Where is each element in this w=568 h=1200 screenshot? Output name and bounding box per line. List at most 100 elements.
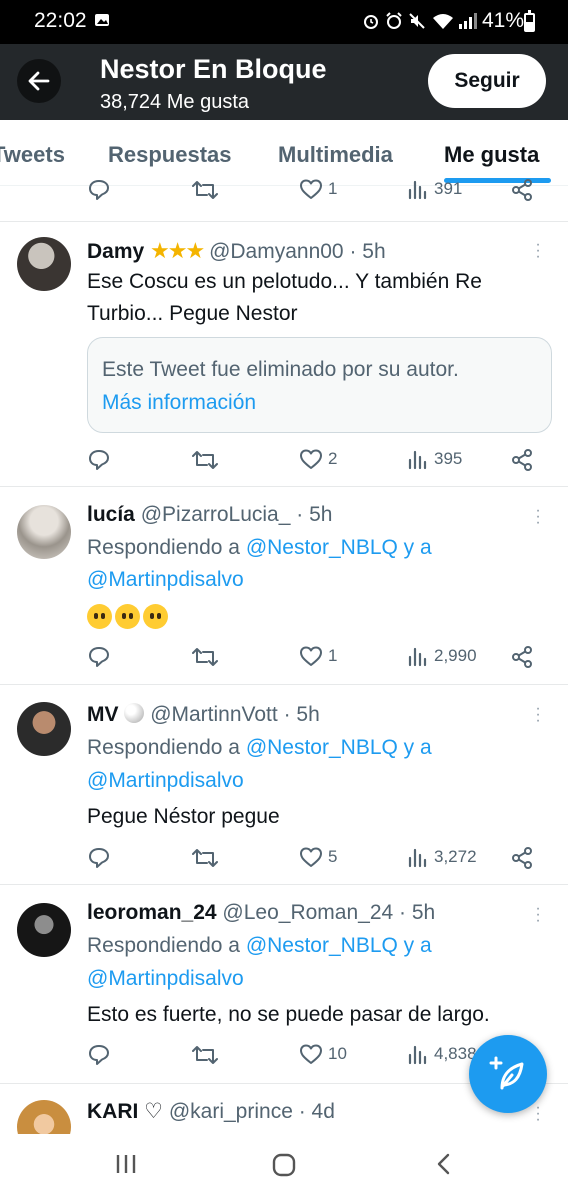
feather-plus-icon xyxy=(489,1056,524,1090)
retweet-button[interactable] xyxy=(192,178,218,202)
reply-button[interactable] xyxy=(87,178,111,202)
recent-apps-icon xyxy=(116,1155,136,1173)
more-options-icon[interactable]: · · · xyxy=(533,1100,543,1128)
views-icon xyxy=(408,647,427,667)
share-button[interactable] xyxy=(510,846,534,870)
like-button[interactable]: 2 xyxy=(299,448,337,470)
avatar[interactable] xyxy=(17,237,71,291)
views-button[interactable]: 4,838 xyxy=(407,1043,477,1065)
avatar[interactable] xyxy=(17,1100,71,1134)
like-button[interactable]: 1 xyxy=(299,178,337,200)
more-info-link[interactable]: Más información xyxy=(102,391,256,415)
profile-name: Nestor En Bloque xyxy=(100,54,327,84)
views-icon xyxy=(408,180,427,200)
like-count: 1 xyxy=(328,179,338,198)
reply-context: Respondiendo a @Nestor_NBLQ y a xyxy=(87,736,432,759)
reply-to-link[interactable]: @Nestor_NBLQ y a xyxy=(246,934,432,957)
reply-to-link[interactable]: @Martinpdisalvo xyxy=(87,769,244,793)
like-count: 5 xyxy=(328,847,338,866)
pearl-badge-icon xyxy=(124,703,145,723)
author-name[interactable]: MV xyxy=(87,703,119,726)
author-name[interactable]: KARI ♡ xyxy=(87,1100,163,1123)
share-button[interactable] xyxy=(510,448,534,472)
tweet-text-line: Ese Coscu es un pelotudo... Y también Re xyxy=(87,270,482,293)
like-button[interactable]: 10 xyxy=(299,1043,347,1065)
tweet-header: KARI ♡ @kari_prince · 4d xyxy=(87,1099,335,1124)
reply-icon xyxy=(89,450,109,470)
tweet-header: lucía @PizarroLucia_ · 5h xyxy=(87,503,332,527)
profile-tabs: Tweets Respuestas Multimedia Me gusta xyxy=(0,120,568,186)
retweet-icon xyxy=(192,849,218,867)
tab-respuestas[interactable]: Respuestas xyxy=(108,142,232,168)
share-button[interactable] xyxy=(510,645,534,669)
views-button[interactable]: 2,990 xyxy=(407,645,477,667)
reply-to-link[interactable]: @Martinpdisalvo xyxy=(87,568,244,592)
follow-button[interactable]: Seguir xyxy=(428,54,546,108)
tweet-text-line: Pegue Néstor pegue xyxy=(87,805,280,828)
reply-icon xyxy=(89,1045,109,1065)
share-icon xyxy=(512,179,532,201)
reply-to-link[interactable]: @Nestor_NBLQ y a xyxy=(246,736,432,759)
back-nav-button[interactable] xyxy=(432,1152,456,1181)
tweet-item[interactable]: lucía @PizarroLucia_ · 5h · · · Respondien… xyxy=(0,488,568,685)
views-button[interactable]: 391 xyxy=(407,178,462,200)
status-bar: 22:02 41% xyxy=(0,0,568,44)
reply-to-link[interactable]: @Martinpdisalvo xyxy=(87,967,244,991)
heart-icon xyxy=(300,1044,322,1064)
tweet-time: · 4d xyxy=(298,1100,335,1123)
more-options-icon[interactable]: · · · xyxy=(533,237,543,265)
share-button[interactable] xyxy=(510,178,534,202)
tweet-item[interactable]: MV @MartinnVott · 5h · · · Respondiendo a … xyxy=(0,686,568,885)
more-options-icon[interactable]: · · · xyxy=(533,901,543,929)
tweet-time: · 5h xyxy=(399,901,436,924)
tweet-text-line: Turbio... Pegue Nestor xyxy=(87,302,298,325)
reply-to-link[interactable]: @Nestor_NBLQ y a xyxy=(246,536,432,559)
reply-button[interactable] xyxy=(87,448,111,472)
tweet-header: leoroman_24 @Leo_Roman_24 · 5h xyxy=(87,901,435,925)
like-button[interactable]: 5 xyxy=(299,846,337,868)
avatar[interactable] xyxy=(17,903,71,957)
heart-icon xyxy=(300,646,322,666)
author-name[interactable]: Damy xyxy=(87,240,144,263)
avatar[interactable] xyxy=(17,505,71,559)
chevron-left-icon xyxy=(437,1153,450,1175)
home-button[interactable] xyxy=(271,1152,297,1183)
back-button[interactable] xyxy=(17,59,61,103)
reply-button[interactable] xyxy=(87,645,111,669)
views-icon xyxy=(408,1045,427,1065)
retweet-button[interactable] xyxy=(192,1043,218,1067)
avatar[interactable] xyxy=(17,702,71,756)
system-nav-bar xyxy=(0,1134,568,1200)
views-icon xyxy=(408,848,427,868)
tab-multimedia[interactable]: Multimedia xyxy=(278,142,393,168)
retweet-button[interactable] xyxy=(192,645,218,669)
no-mouth-face-icon xyxy=(87,604,112,629)
profile-likes-count: 38,724 Me gusta xyxy=(100,91,249,113)
recent-apps-button[interactable] xyxy=(114,1152,138,1181)
author-handle: @Leo_Roman_24 xyxy=(222,901,394,924)
more-options-icon[interactable]: · · · xyxy=(533,503,543,531)
tweet-text-emoji xyxy=(87,604,171,629)
views-button[interactable]: 395 xyxy=(407,448,462,470)
author-name[interactable]: leoroman_24 xyxy=(87,901,217,924)
tab-tweets[interactable]: Tweets xyxy=(0,142,65,168)
reply-button[interactable] xyxy=(87,846,111,870)
more-options-icon[interactable]: · · · xyxy=(533,701,543,729)
no-mouth-face-icon xyxy=(143,604,168,629)
retweet-button[interactable] xyxy=(192,846,218,870)
tweet-item[interactable]: Damy ★★★ @Damyann00 · 5h · · · Ese Coscu e… xyxy=(0,222,568,487)
clock: 22:02 xyxy=(34,9,87,32)
deleted-quote-card[interactable]: Este Tweet fue eliminado por su autor. M… xyxy=(87,337,552,433)
views-count: 3,272 xyxy=(434,847,477,866)
tab-me-gusta[interactable]: Me gusta xyxy=(444,142,539,168)
profile-header: Nestor En Bloque 38,724 Me gusta Seguir xyxy=(0,44,568,120)
compose-tweet-button[interactable] xyxy=(469,1035,547,1113)
battery-icon xyxy=(524,10,535,32)
views-button[interactable]: 3,272 xyxy=(407,846,477,868)
author-name[interactable]: lucía xyxy=(87,503,135,526)
retweet-button[interactable] xyxy=(192,448,218,472)
like-count: 1 xyxy=(328,646,338,665)
like-button[interactable]: 1 xyxy=(299,645,337,667)
tweet-partial: 1 391 xyxy=(0,179,568,222)
reply-button[interactable] xyxy=(87,1043,111,1067)
